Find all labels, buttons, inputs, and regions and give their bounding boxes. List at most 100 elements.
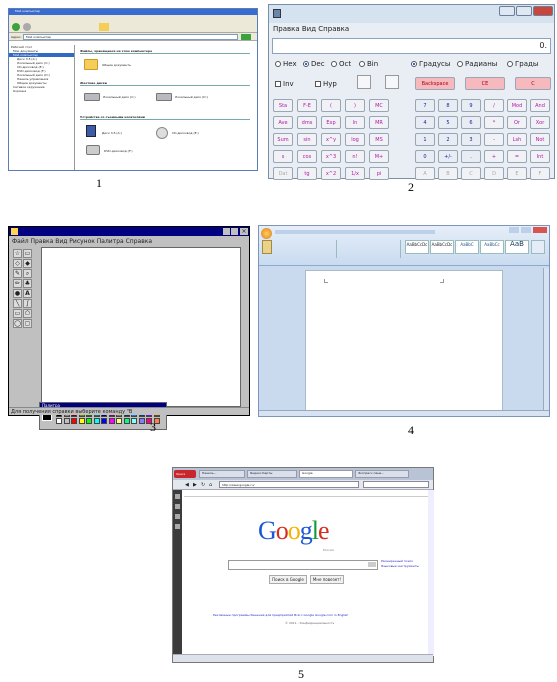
calc-key[interactable]: Or	[507, 116, 527, 129]
ce-button[interactable]: CE	[465, 77, 505, 90]
calc-func-key[interactable]: Sta	[273, 99, 293, 112]
palette-swatch[interactable]	[78, 418, 85, 424]
lucky-button[interactable]: Мне повезет!	[310, 575, 344, 584]
calc-func-key[interactable]: x^3	[321, 150, 341, 163]
font-group[interactable]	[277, 240, 337, 258]
office-button-icon[interactable]	[261, 228, 272, 239]
calc-key[interactable]: 4	[415, 116, 435, 129]
bookmarks-icon[interactable]	[175, 494, 180, 499]
calc-func-key[interactable]: F-E	[297, 99, 317, 112]
ellipse-icon[interactable]: ◯	[13, 319, 22, 328]
document-page[interactable]	[305, 270, 503, 414]
curve-icon[interactable]: ∫	[23, 299, 32, 308]
calc-key[interactable]: F	[530, 167, 550, 180]
back-icon[interactable]: ◀	[185, 482, 189, 488]
calc-func-key[interactable]: dms	[297, 116, 317, 129]
drive-a-label[interactable]: Диск 3,5 (A:)	[102, 131, 122, 135]
tab-bar[interactable]	[275, 230, 435, 234]
palette-swatch[interactable]	[63, 418, 70, 424]
calc-func-key[interactable]: M+	[369, 150, 389, 163]
calc-key[interactable]: Mod	[507, 99, 527, 112]
calc-func-key[interactable]: Exp	[321, 116, 341, 129]
calc-func-key[interactable]: ln	[345, 116, 365, 129]
calc-key[interactable]: =	[507, 150, 527, 163]
backspace-button[interactable]: Backspace	[415, 77, 455, 90]
calc-func-key[interactable]: tg	[297, 167, 317, 180]
palette-swatch[interactable]	[93, 418, 100, 424]
tree-item[interactable]: Корзина	[9, 89, 74, 93]
calc-key[interactable]: 1	[415, 133, 435, 146]
calc-func-key[interactable]: MR	[369, 116, 389, 129]
calc-func-key[interactable]: Dat	[273, 167, 293, 180]
drive-cd-label[interactable]: CD-дисковод (E:)	[172, 131, 199, 135]
calc-key[interactable]: Xor	[530, 116, 550, 129]
calc-func-key[interactable]: n!	[345, 150, 365, 163]
checkbox-hyp[interactable]: Hyp	[315, 80, 337, 88]
google-search-button[interactable]: Поиск в Google	[269, 575, 307, 584]
calc-func-key[interactable]: x^y	[321, 133, 341, 146]
address-input[interactable]: Мой компьютер	[23, 34, 238, 40]
palette-swatch[interactable]	[101, 418, 107, 424]
calc-key[interactable]: +/-	[438, 150, 458, 163]
calc-key[interactable]: 0	[415, 150, 435, 163]
cd-drive-icon[interactable]	[156, 127, 168, 139]
advanced-search-link[interactable]: Расширенный поиск	[381, 559, 413, 563]
palette-swatch[interactable]	[116, 418, 122, 424]
rounded-rect-icon[interactable]: ▢	[23, 319, 32, 328]
vertical-scrollbar[interactable]	[428, 490, 434, 656]
go-button[interactable]	[241, 34, 251, 40]
paste-icon[interactable]	[262, 240, 272, 254]
keyboard-icon[interactable]	[368, 562, 376, 567]
calc-key[interactable]: /	[484, 99, 504, 112]
radio-hex[interactable]: Hex	[275, 60, 297, 68]
style-normal[interactable]: AaBbCcDc	[405, 240, 429, 254]
calc-func-key[interactable]: Ave	[273, 116, 293, 129]
radio-bin[interactable]: Bin	[359, 60, 378, 68]
radio-dec[interactable]: Dec	[303, 60, 325, 68]
floppy-icon[interactable]	[86, 125, 96, 137]
calc-key[interactable]: 3	[461, 133, 481, 146]
calc-key[interactable]: 2	[438, 133, 458, 146]
calc-func-key[interactable]: sin	[297, 133, 317, 146]
calc-key[interactable]: And	[530, 99, 550, 112]
close-button[interactable]	[533, 6, 553, 16]
clear-button[interactable]: C	[515, 77, 551, 90]
back-icon[interactable]	[12, 23, 20, 31]
close-button[interactable]: ×	[240, 228, 248, 235]
shared-docs-label[interactable]: Общие документы	[102, 63, 131, 67]
browser-tab[interactable]: Экспресс-пане...	[355, 470, 409, 478]
dvd-drive-icon[interactable]	[86, 145, 100, 155]
calc-key[interactable]: C	[461, 167, 481, 180]
calc-key[interactable]: E	[507, 167, 527, 180]
radio-oct[interactable]: Oct	[331, 60, 351, 68]
picker-icon[interactable]: ✎	[13, 269, 22, 278]
airbrush-icon[interactable]: ●	[13, 289, 22, 298]
polygon-icon[interactable]: ⬠	[23, 309, 32, 318]
palette-swatch[interactable]	[71, 418, 77, 424]
google-search-input[interactable]	[228, 560, 378, 570]
calc-key[interactable]: Not	[530, 133, 550, 146]
radio-degrees[interactable]: Градусы	[411, 60, 450, 68]
fill-icon[interactable]: ◆	[23, 259, 32, 268]
search-field[interactable]	[363, 481, 429, 488]
eraser-icon[interactable]: ◇	[13, 259, 22, 268]
calc-func-key[interactable]: Sum	[273, 133, 293, 146]
calc-key[interactable]: Int	[530, 150, 550, 163]
folders-icon[interactable]	[99, 23, 109, 31]
rectangle-icon[interactable]: ▭	[13, 309, 22, 318]
calc-key[interactable]: B	[438, 167, 458, 180]
calc-key[interactable]: 8	[438, 99, 458, 112]
forward-icon[interactable]: ▶	[193, 482, 197, 488]
palette-swatch[interactable]	[123, 418, 130, 424]
calc-func-key[interactable]: (	[321, 99, 341, 112]
radio-grads[interactable]: Грады	[507, 60, 538, 68]
calc-func-key[interactable]: 1/x	[345, 167, 365, 180]
calc-key[interactable]: 6	[461, 116, 481, 129]
history-icon[interactable]	[175, 524, 180, 529]
calc-func-key[interactable]: pi	[369, 167, 389, 180]
vertical-scrollbar[interactable]	[543, 268, 549, 410]
minimize-button[interactable]	[223, 228, 230, 235]
calc-func-key[interactable]: MC	[369, 99, 389, 112]
close-button[interactable]	[533, 227, 547, 233]
calc-key[interactable]: 7	[415, 99, 435, 112]
